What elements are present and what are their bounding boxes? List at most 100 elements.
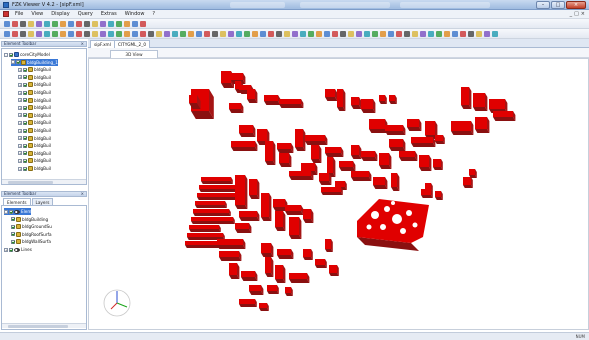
toolbar-button-icon[interactable] xyxy=(28,31,34,37)
toolbar-button-icon[interactable] xyxy=(140,31,146,37)
building-block[interactable] xyxy=(195,201,227,208)
toolbar-button-icon[interactable] xyxy=(372,31,378,37)
building-block[interactable] xyxy=(337,89,346,111)
building-block[interactable] xyxy=(235,175,248,209)
menu-view[interactable]: View xyxy=(27,11,47,17)
toolbar-button-icon[interactable] xyxy=(68,21,74,27)
toolbar-button-icon[interactable] xyxy=(180,31,186,37)
mdi-close-button[interactable]: × xyxy=(581,11,585,17)
toolbar-button-icon[interactable] xyxy=(116,31,122,37)
building-block[interactable] xyxy=(435,191,443,200)
building-block[interactable] xyxy=(351,145,362,159)
toolbar-button-icon[interactable] xyxy=(4,21,10,27)
building-block[interactable] xyxy=(239,299,257,307)
building-block[interactable] xyxy=(351,171,372,181)
building-block[interactable] xyxy=(275,211,286,231)
building-block[interactable] xyxy=(305,135,328,145)
building-block[interactable] xyxy=(321,187,343,195)
toolbar-button-icon[interactable] xyxy=(300,31,306,37)
tree-item[interactable]: + bldgBuil xyxy=(18,157,51,164)
tree-checkbox[interactable] xyxy=(11,232,15,237)
toolbar-button-icon[interactable] xyxy=(188,31,194,37)
building-block[interactable] xyxy=(361,151,378,161)
building-block[interactable] xyxy=(469,169,477,178)
perforated-slab-building[interactable] xyxy=(357,199,429,251)
toolbar-button-icon[interactable] xyxy=(60,31,66,37)
building-block[interactable] xyxy=(389,139,406,151)
building-block[interactable] xyxy=(189,225,221,232)
tree-expander-icon[interactable]: + xyxy=(18,166,22,171)
building-block[interactable] xyxy=(325,147,344,157)
building-block[interactable] xyxy=(295,129,306,151)
city-model-scene[interactable] xyxy=(89,59,589,330)
3d-viewport[interactable] xyxy=(88,58,589,330)
building-block[interactable] xyxy=(201,177,233,184)
building-block[interactable] xyxy=(433,159,443,170)
building-block[interactable] xyxy=(277,143,294,153)
toolbar-button-icon[interactable] xyxy=(172,31,178,37)
toolbar-button-icon[interactable] xyxy=(244,31,250,37)
building-block[interactable] xyxy=(261,193,272,221)
building-block[interactable] xyxy=(379,95,387,104)
building-block[interactable] xyxy=(435,135,445,144)
tree-item[interactable]: + bldgBuil xyxy=(18,81,51,88)
tree-checkbox[interactable] xyxy=(16,60,20,65)
panel-close-icon[interactable]: × xyxy=(81,42,84,46)
toolbar-button-icon[interactable] xyxy=(108,21,114,27)
toolbar-button-icon[interactable] xyxy=(460,31,466,37)
mdi-restore-button[interactable]: □ xyxy=(574,11,579,17)
toolbar-button-icon[interactable] xyxy=(84,31,90,37)
menu-query[interactable]: Query xyxy=(74,11,97,17)
tab-layers[interactable]: Layers xyxy=(31,198,54,205)
toolbar-button-icon[interactable] xyxy=(420,31,426,37)
tree-item[interactable]: + bldgBuil xyxy=(18,165,51,172)
document-tab-citygml[interactable]: CITYGML_2_0 xyxy=(114,40,150,48)
tree-item[interactable]: + bldgBuil xyxy=(18,150,51,157)
building-block[interactable] xyxy=(239,211,260,221)
building-block[interactable] xyxy=(259,303,269,311)
tree-expander-icon[interactable]: + xyxy=(18,105,22,110)
building-block[interactable] xyxy=(289,217,302,239)
toolbar-button-icon[interactable] xyxy=(44,21,50,27)
tree-expander-icon[interactable]: - xyxy=(4,52,8,57)
toolbar-button-icon[interactable] xyxy=(268,31,274,37)
building-block[interactable] xyxy=(231,141,258,151)
toolbar-button-icon[interactable] xyxy=(228,31,234,37)
tree-checkbox[interactable] xyxy=(23,151,27,156)
tree-expander-icon[interactable]: + xyxy=(18,67,22,72)
tree-item[interactable]: bldgBuilding xyxy=(11,216,48,223)
toolbar-button-icon[interactable] xyxy=(164,31,170,37)
building-block[interactable] xyxy=(325,239,333,252)
tree-checkbox[interactable] xyxy=(23,90,27,95)
element-tree-scrollbar[interactable] xyxy=(2,323,86,328)
toolbar-button-icon[interactable] xyxy=(220,31,226,37)
toolbar-button-icon[interactable] xyxy=(492,31,498,37)
building-block[interactable] xyxy=(275,265,286,283)
tree-checkbox[interactable] xyxy=(23,143,27,148)
building-block[interactable] xyxy=(261,243,274,257)
tree-expander-icon[interactable]: + xyxy=(18,98,22,103)
building-block[interactable] xyxy=(279,99,304,108)
building-block[interactable] xyxy=(315,259,327,268)
toolbar-button-icon[interactable] xyxy=(340,31,346,37)
tree-checkbox[interactable] xyxy=(23,120,27,125)
toolbar-button-icon[interactable] xyxy=(236,31,242,37)
tree-checkbox[interactable] xyxy=(23,98,27,103)
toolbar-button-icon[interactable] xyxy=(124,31,130,37)
toolbar-button-icon[interactable] xyxy=(356,31,362,37)
tree-expander-icon[interactable]: + xyxy=(18,136,22,141)
building-block[interactable] xyxy=(249,285,264,295)
toolbar-button-icon[interactable] xyxy=(12,21,18,27)
toolbar-button-icon[interactable] xyxy=(412,31,418,37)
tree-item[interactable]: + bldgBuil xyxy=(18,135,51,142)
building-block[interactable] xyxy=(249,179,260,199)
building-block[interactable] xyxy=(493,111,516,121)
menu-file[interactable]: File xyxy=(11,11,27,17)
building-block[interactable] xyxy=(361,99,376,113)
tree-checkbox[interactable] xyxy=(23,158,27,163)
menu-display[interactable]: Display xyxy=(47,11,73,17)
tree-expander-icon[interactable]: - xyxy=(11,60,15,65)
tree-item[interactable]: bldgRoofSurfa xyxy=(11,231,52,238)
menu-extras[interactable]: Extras xyxy=(97,11,121,17)
building-block[interactable] xyxy=(463,177,473,188)
